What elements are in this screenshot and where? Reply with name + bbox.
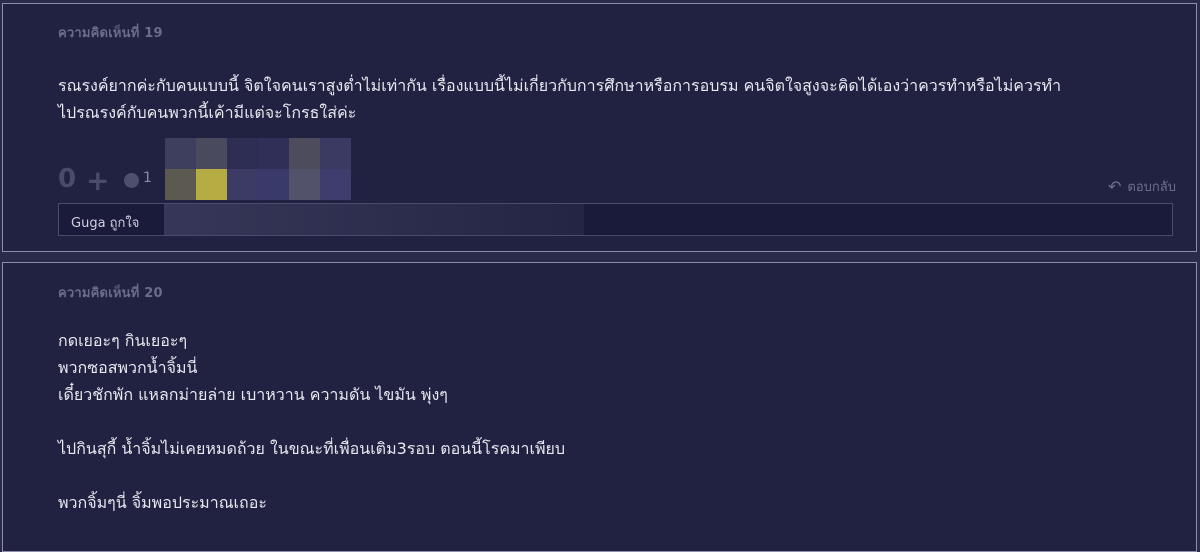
vote-row: 0 + 1 ↶ ตอบกลับ [58, 138, 1176, 204]
comment-line: พวกจิ้มๆนี่ จิ้มพอประมาณเถอะ [58, 493, 267, 512]
comment-body: กดเยอะๆ กินเยอะๆ พวกซอสพวกน้ำจิ้มนี่ เดี… [58, 327, 1166, 516]
comment-line [58, 408, 1166, 435]
reply-button[interactable]: ↶ ตอบกลับ [1108, 176, 1176, 197]
likers-bar[interactable]: Guga ถูกใจ [58, 203, 1173, 236]
emotion-icon[interactable] [124, 173, 139, 188]
comment-20: ความคิดเห็นที่ 20 กดเยอะๆ กินเยอะๆ พวกซอ… [2, 262, 1197, 552]
comment-line: พวกซอสพวกน้ำจิ้มนี่ [58, 358, 198, 377]
comment-number-label: ความคิดเห็นที่ 19 [58, 26, 163, 41]
comment-line: เดี๋ยวชักพัก แหลกม่ายล่าย เบาหวาน ความดั… [58, 385, 448, 404]
emotion-count: 1 [143, 170, 152, 186]
comment-line: รณรงค์ยากค่ะกับคนแบบนี้ จิตใจคนเราสูงต่ำ… [58, 76, 1062, 95]
comment-number-label: ความคิดเห็นที่ 20 [58, 286, 163, 301]
reply-arrow-icon: ↶ [1108, 177, 1122, 196]
blurred-names [164, 204, 584, 235]
reply-label: ตอบกลับ [1127, 180, 1176, 195]
comment-line: ไปรณรงค์กับคนพวกนี้เค้ามีแต่จะโกรธใส่ค่ะ [58, 103, 357, 122]
comment-body: รณรงค์ยากค่ะกับคนแบบนี้ จิตใจคนเราสูงต่ำ… [58, 72, 1166, 126]
plus-icon[interactable]: + [86, 167, 109, 195]
comment-line [58, 462, 1166, 489]
comment-line: กดเยอะๆ กินเยอะๆ [58, 331, 188, 350]
vote-count: 0 [58, 164, 77, 194]
blurred-avatars [165, 138, 351, 200]
comment-line: ไปกินสุกี้ น้ำจิ้มไม่เคยหมดถ้วย ในขณะที่… [58, 439, 566, 458]
likers-text: Guga ถูกใจ [71, 216, 140, 231]
comment-19: ความคิดเห็นที่ 19 รณรงค์ยากค่ะกับคนแบบนี… [2, 3, 1197, 252]
